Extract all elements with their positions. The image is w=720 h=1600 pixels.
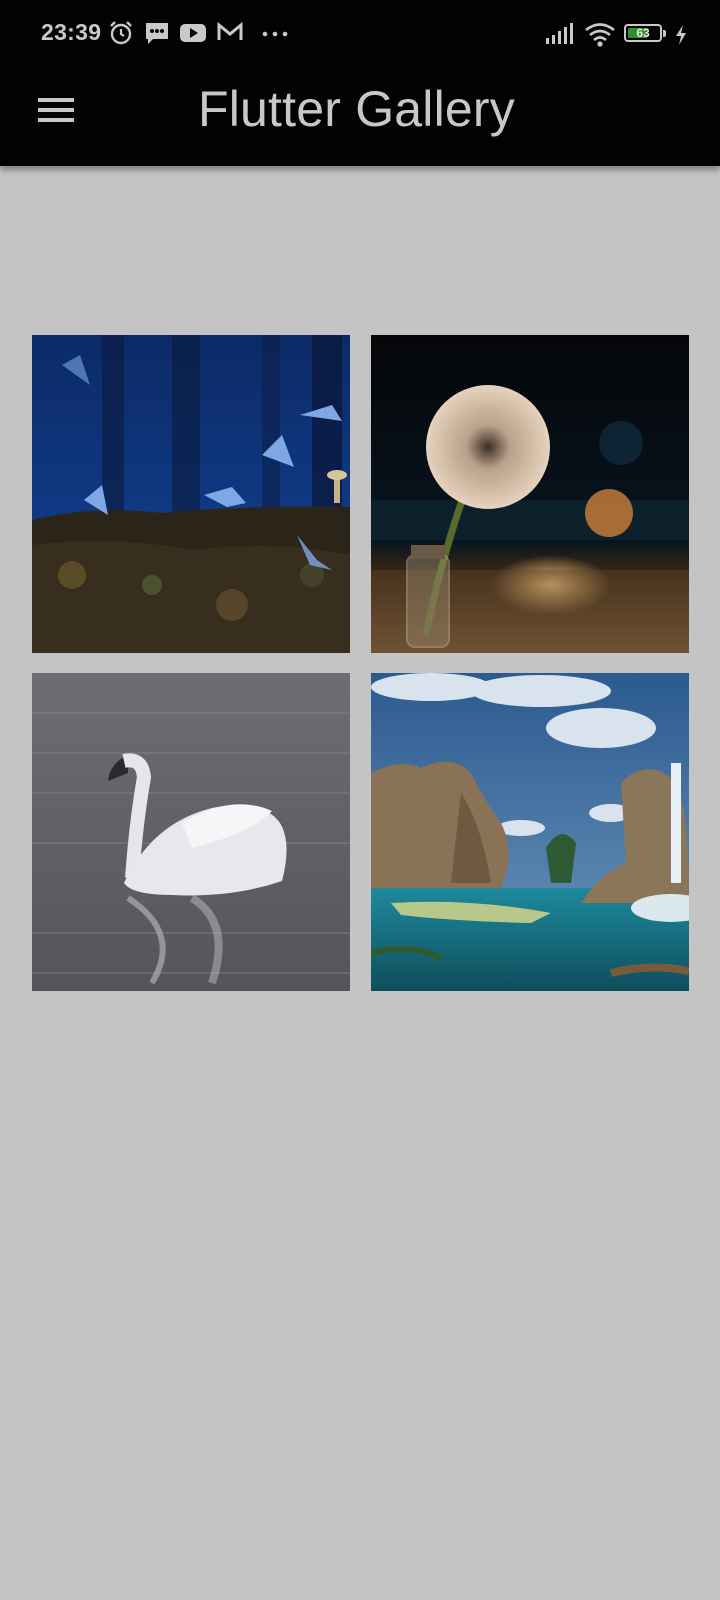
wifi-icon (584, 22, 616, 48)
page-title: Flutter Gallery (198, 81, 515, 137)
message-icon (144, 20, 170, 46)
alarm-icon (108, 20, 134, 46)
gallery-image-butterflies[interactable] (32, 335, 350, 653)
gallery-image-swan[interactable] (32, 673, 350, 991)
battery-icon: 63 (624, 22, 670, 46)
battery-percentage: 63 (636, 26, 650, 40)
gmail-icon (216, 20, 244, 46)
status-bar: 23:39 63 (0, 0, 720, 70)
image-gallery-grid (32, 335, 689, 991)
app-header: 23:39 63 Flutter Gallery (0, 0, 720, 166)
status-time: 23:39 (41, 19, 102, 45)
gallery-image-fantasy-landscape[interactable] (371, 673, 689, 991)
more-dots-icon (262, 24, 292, 44)
signal-icon (545, 22, 575, 46)
youtube-icon (179, 20, 207, 46)
hamburger-menu-icon[interactable] (28, 90, 84, 130)
gallery-image-dandelion[interactable] (371, 335, 689, 653)
charging-icon (674, 24, 688, 46)
